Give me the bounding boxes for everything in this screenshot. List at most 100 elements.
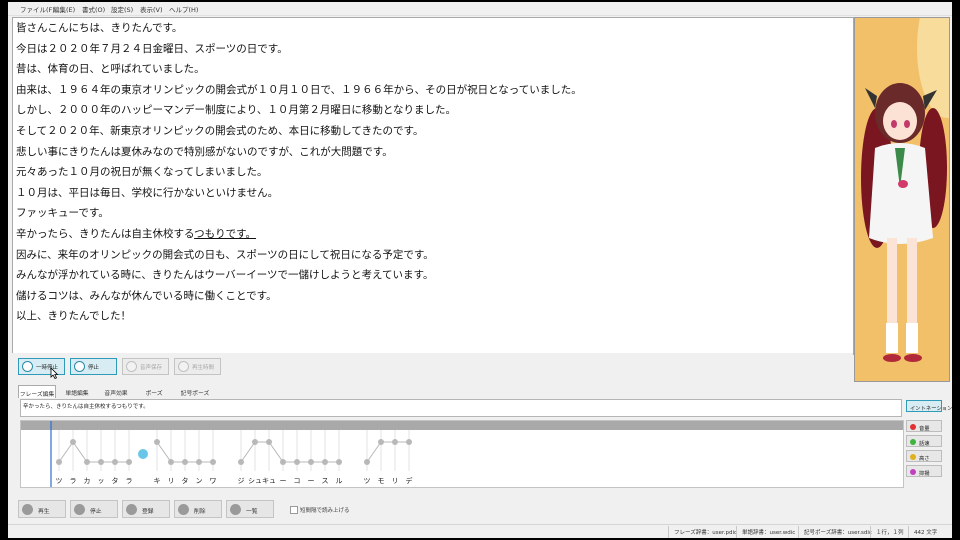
accent-point[interactable] <box>56 459 62 465</box>
pitch-button[interactable]: 高さ <box>906 450 942 462</box>
stop-phrase-icon <box>74 504 85 515</box>
list-icon <box>230 504 241 515</box>
intonation-range-dot-icon <box>910 468 916 475</box>
character-image-panel <box>854 17 950 382</box>
menu-edit[interactable]: 編集(E) <box>53 4 75 14</box>
intonation-button[interactable]: イントネーション <box>906 400 952 412</box>
delete-label: 削除 <box>194 509 206 515</box>
menu-help[interactable]: ヘルプ(H) <box>169 4 198 14</box>
stop-phrase-button[interactable]: 停止 <box>70 500 118 518</box>
mora-label: ジ <box>237 477 245 485</box>
phrase-boundary-marker[interactable] <box>138 449 148 459</box>
status-phrase-dictionary: フレーズ辞書：user.pdic <box>674 530 737 536</box>
mora-label: ラ <box>125 477 133 485</box>
editor-line: みんなが浮かれている時に、きりたんはウーバーイーツで一儲けしようと考えています。 <box>16 269 434 282</box>
accent-point[interactable] <box>70 439 76 445</box>
accent-point[interactable] <box>322 459 328 465</box>
accent-point[interactable] <box>210 459 216 465</box>
stop-button[interactable]: 停止 <box>70 358 117 375</box>
editor-line: 以上、きりたんでした！ <box>16 310 131 323</box>
accent-point[interactable] <box>196 459 202 465</box>
accent-phrase-curve <box>58 441 129 463</box>
tab-audio-effects[interactable]: 音声効果 <box>100 385 132 398</box>
accent-point[interactable] <box>294 459 300 465</box>
accent-editor[interactable]: ツラカッタラキリタンワジシュ キューコースルツモリデ <box>20 420 904 488</box>
delete-icon <box>178 504 189 515</box>
delete-button[interactable]: 削除 <box>174 500 222 518</box>
intonation-range-label: 抑揚 <box>919 470 930 477</box>
editor-line: 昔は、体育の日、と呼ばれていました。 <box>16 63 205 76</box>
menu-view[interactable]: 表示(V) <box>140 4 163 14</box>
character-illustration <box>855 18 949 381</box>
list-label: 一覧 <box>246 509 258 515</box>
play-time-button[interactable]: 再生時間 <box>174 358 221 375</box>
tab-pause[interactable]: ポーズ <box>142 385 166 398</box>
editor-line: １０月は、平日は毎日、学校に行かないといけません。 <box>16 186 279 199</box>
mora-label: ッ <box>97 477 105 485</box>
mora-label: コ <box>293 477 301 485</box>
stop-phrase-label: 停止 <box>90 509 102 515</box>
accent-point[interactable] <box>126 459 132 465</box>
text-editor[interactable]: 皆さんこんにちは、きりたんです。 今日は２０２０年７月２４日金曜日、スポーツの日… <box>12 17 854 355</box>
tab-phrase-edit[interactable]: フレーズ編集 <box>18 385 56 398</box>
editor-line: 元々あった１０月の祝日が無くなってしまいました。 <box>16 166 268 179</box>
volume-label: 音量 <box>919 425 930 432</box>
volume-button[interactable]: 音量 <box>906 420 942 432</box>
intonation-range-button[interactable]: 抑揚 <box>906 465 942 477</box>
accent-point[interactable] <box>168 459 174 465</box>
mora-label: デ <box>405 477 413 485</box>
editor-line: しかし、２０００年のハッピーマンデー制度により、１０月第２月曜日に移動となりまし… <box>16 104 457 117</box>
accent-point[interactable] <box>238 459 244 465</box>
short-pause-checkbox[interactable] <box>290 506 298 514</box>
mora-label: ル <box>335 477 343 485</box>
menu-format[interactable]: 書式(O) <box>82 4 105 14</box>
status-divider <box>668 526 669 538</box>
accent-point[interactable] <box>84 459 90 465</box>
tab-word-edit[interactable]: 単語編集 <box>60 385 94 398</box>
mora-label: モ <box>377 477 385 485</box>
volume-dot-icon <box>910 423 916 430</box>
current-line-text: 辛かったら、きりたんは自主休校する <box>16 228 195 240</box>
accent-point[interactable] <box>364 459 370 465</box>
status-char-count: 442 文字 <box>914 530 938 536</box>
edit-tabs: フレーズ編集 単語編集 音声効果 ポーズ 記号ポーズ <box>12 383 952 398</box>
list-button[interactable]: 一覧 <box>226 500 274 518</box>
accent-point[interactable] <box>98 459 104 465</box>
editor-line: そして２０２０年、新東京オリンピックの開会式のため、本日に移動してきたのです。 <box>16 125 424 137</box>
speed-button[interactable]: 話速 <box>906 435 942 447</box>
accent-point[interactable] <box>182 459 188 465</box>
accent-point[interactable] <box>336 459 342 465</box>
current-phrase-underlined: つもりです。 <box>194 228 257 240</box>
register-label: 登録 <box>142 509 154 515</box>
accent-point[interactable] <box>252 439 258 445</box>
stop-label: 停止 <box>88 365 100 371</box>
play-icon <box>22 504 33 515</box>
intonation-label: イントネーション <box>910 405 952 412</box>
tab-symbol-pause[interactable]: 記号ポーズ <box>176 385 214 398</box>
editor-line: 今日は２０２０年７月２４日金曜日、スポーツの日です。 <box>16 42 288 55</box>
play-button[interactable]: 再生 <box>18 500 66 518</box>
accent-point[interactable] <box>378 439 384 445</box>
accent-point[interactable] <box>392 439 398 445</box>
editor-playback-controls: 一時停止 停止 音声保存 再生時間 <box>12 353 853 381</box>
status-divider <box>870 526 871 538</box>
menu-file[interactable]: ファイル(F) <box>20 4 55 14</box>
speed-label: 話速 <box>919 440 930 447</box>
accent-point[interactable] <box>406 439 412 445</box>
register-button[interactable]: 登録 <box>122 500 170 518</box>
status-divider <box>798 526 799 538</box>
accent-point[interactable] <box>112 459 118 465</box>
editor-line: 悲しい事にきりたんは夏休みなので特別感がないのですが、これが大問題です。 <box>16 145 393 158</box>
accent-point[interactable] <box>266 439 272 445</box>
accent-point[interactable] <box>154 439 160 445</box>
save-audio-button[interactable]: 音声保存 <box>122 358 169 375</box>
mora-label: ワ <box>209 477 217 485</box>
phrase-text: 辛かったら、きりたんは自主休校するつもりです。 <box>23 404 149 410</box>
menu-settings[interactable]: 設定(S) <box>111 4 133 14</box>
phrase-input[interactable]: 辛かったら、きりたんは自主休校するつもりです。 <box>20 399 902 417</box>
accent-point[interactable] <box>308 459 314 465</box>
accent-point[interactable] <box>280 459 286 465</box>
save-audio-icon <box>126 361 137 372</box>
mora-label: ン <box>195 477 203 485</box>
status-cursor-position: １行，１列 <box>876 530 904 536</box>
